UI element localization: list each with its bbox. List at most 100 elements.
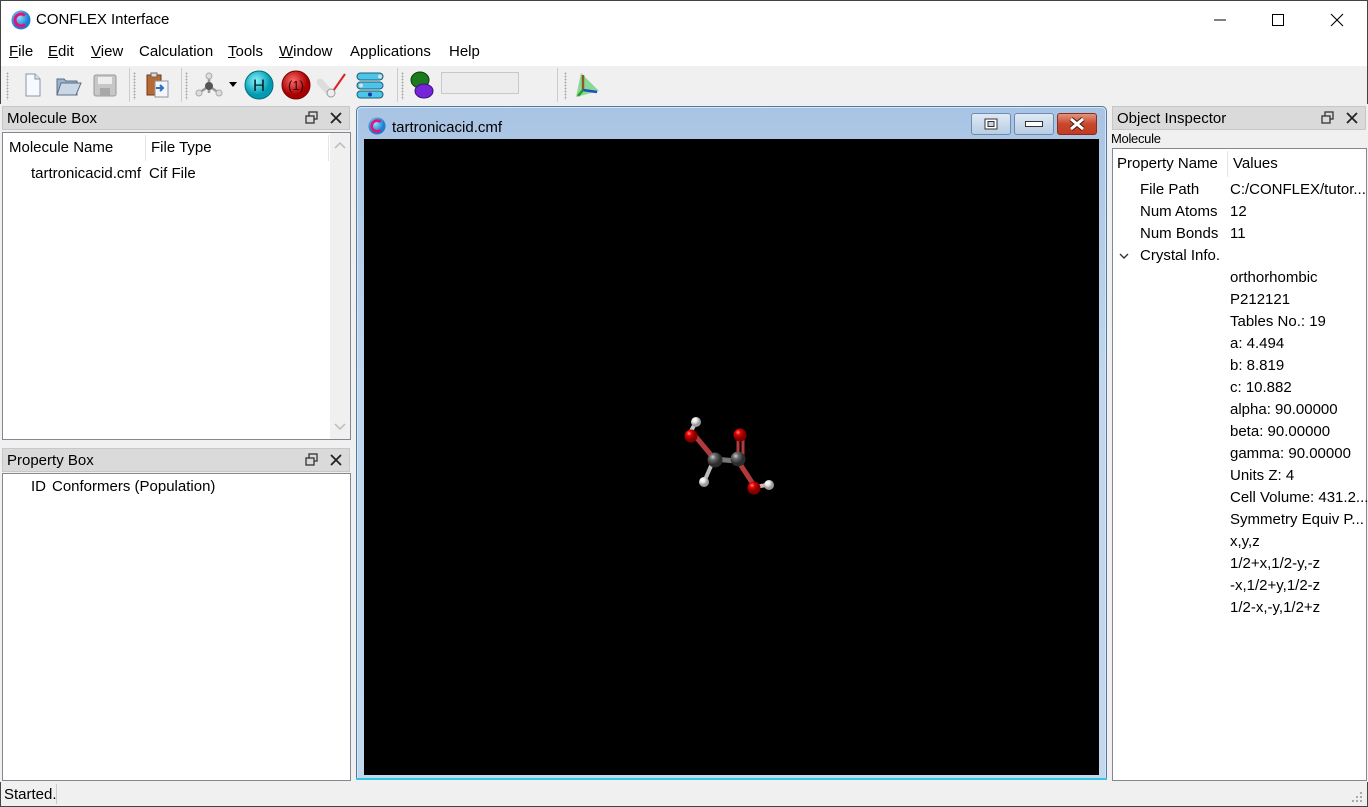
build-molecule-button[interactable] xyxy=(192,68,226,102)
crystal-value-row[interactable]: Tables No.: 19 xyxy=(1113,311,1366,333)
molecule-render[interactable] xyxy=(364,139,1099,775)
table-row[interactable]: tartronicacid.cmf Cif File xyxy=(3,163,329,185)
crystal-value-row[interactable]: gamma: 90.00000 xyxy=(1113,443,1366,465)
atom-hydrogen xyxy=(764,480,774,490)
float-icon[interactable] xyxy=(305,111,319,125)
crystal-value-row[interactable]: -x,1/2+y,1/2-z xyxy=(1113,575,1366,597)
column-header-conformers[interactable]: Conformers (Population) xyxy=(52,478,215,495)
menu-edit[interactable]: Edit xyxy=(48,43,74,60)
crystal-value: beta: 90.00000 xyxy=(1230,423,1331,440)
toolbar: H (1) xyxy=(0,66,1368,104)
menu-file[interactable]: File xyxy=(9,43,33,60)
property-row[interactable]: File Path C:/CONFLEX/tutor... xyxy=(1113,179,1366,201)
crystal-value-row[interactable]: alpha: 90.00000 xyxy=(1113,399,1366,421)
crystal-value-row[interactable]: P212121 xyxy=(1113,289,1366,311)
status-bar: Started. xyxy=(0,782,1368,807)
mdi-restore-button[interactable] xyxy=(971,113,1011,135)
file-type-cell: Cif File xyxy=(149,165,196,182)
orbital-icon xyxy=(410,71,434,99)
atoms xyxy=(684,417,774,495)
menu-edit-label: dit xyxy=(58,43,74,60)
close-icon[interactable] xyxy=(329,111,343,125)
close-icon[interactable] xyxy=(1345,111,1359,125)
chevron-down-icon[interactable] xyxy=(1119,253,1129,260)
crystal-value-row[interactable]: 1/2+x,1/2-y,-z xyxy=(1113,553,1366,575)
toolbar-separator xyxy=(129,68,130,102)
property-box-title: Property Box xyxy=(7,452,94,469)
atom-oxygen xyxy=(684,429,698,443)
crystal-value: Tables No.: 19 xyxy=(1230,313,1326,330)
molecule-3d-viewport[interactable] xyxy=(364,139,1099,775)
scroll-up-icon[interactable] xyxy=(333,139,347,151)
crystal-info-group[interactable]: Crystal Info. xyxy=(1113,245,1366,267)
float-icon[interactable] xyxy=(305,453,319,467)
axis-view-button[interactable] xyxy=(571,68,605,102)
toolbar-text-field[interactable] xyxy=(441,72,519,94)
minimize-button[interactable] xyxy=(1191,1,1249,39)
property-box-titlebar[interactable]: Property Box xyxy=(2,448,350,472)
column-header-molecule-name[interactable]: Molecule Name xyxy=(3,133,145,161)
property-row[interactable]: Num Atoms 12 xyxy=(1113,201,1366,223)
column-header-file-type[interactable]: File Type xyxy=(145,133,325,161)
mdi-minimize-button[interactable] xyxy=(1014,113,1054,135)
object-inspector-titlebar[interactable]: Object Inspector xyxy=(1112,106,1366,130)
add-hydrogen-button[interactable]: H xyxy=(242,68,276,102)
float-icon[interactable] xyxy=(1321,111,1335,125)
atom-oxygen xyxy=(733,428,747,442)
crystal-value: 1/2+x,1/2-y,-z xyxy=(1230,555,1321,572)
close-icon[interactable] xyxy=(329,453,343,467)
column-header-id[interactable]: ID xyxy=(31,478,46,495)
crystal-value-row[interactable]: Cell Volume: 431.2... xyxy=(1113,487,1368,509)
toolbar-grip[interactable] xyxy=(133,72,136,100)
scroll-down-icon[interactable] xyxy=(333,421,347,433)
menu-edit-mnemonic: E xyxy=(48,43,59,60)
open-file-button[interactable] xyxy=(51,68,85,102)
axis-tetrahedron-icon xyxy=(576,73,599,97)
hydrogen-atom-icon: H xyxy=(244,70,274,100)
crystal-value-row[interactable]: 1/2-x,-y,1/2+z xyxy=(1113,597,1366,619)
menu-window[interactable]: Window xyxy=(279,43,332,60)
toolbar-grip[interactable] xyxy=(564,72,567,100)
crystal-value-row[interactable]: orthorhombic xyxy=(1113,267,1366,289)
menu-view[interactable]: View xyxy=(91,43,123,60)
dropdown-arrow-icon[interactable] xyxy=(229,82,237,88)
column-header-property-name[interactable]: Property Name xyxy=(1113,149,1227,177)
property-row[interactable]: Num Bonds 11 xyxy=(1113,223,1366,245)
maximize-button[interactable] xyxy=(1249,1,1307,39)
vertical-scrollbar[interactable] xyxy=(330,133,350,439)
crystal-value: c: 10.882 xyxy=(1230,379,1292,396)
close-window-button[interactable] xyxy=(1308,1,1366,39)
crystal-value-row[interactable]: beta: 90.00000 xyxy=(1113,421,1366,443)
toolbar-grip[interactable] xyxy=(401,72,404,100)
object-inspector-title: Object Inspector xyxy=(1117,110,1227,127)
toolbar-grip[interactable] xyxy=(185,72,188,100)
menu-applications[interactable]: Applications xyxy=(350,43,431,60)
crystal-value: alpha: 90.00000 xyxy=(1230,401,1338,418)
paste-import-button[interactable] xyxy=(140,68,174,102)
property-value: C:/CONFLEX/tutor... xyxy=(1230,181,1366,198)
menu-tools[interactable]: Tools xyxy=(228,43,263,60)
molecule-box-titlebar[interactable]: Molecule Box xyxy=(2,106,350,130)
atom-oxygen xyxy=(747,481,761,495)
crystal-value-row[interactable]: x,y,z xyxy=(1113,531,1366,553)
mdi-close-button[interactable] xyxy=(1057,113,1097,135)
measure-button[interactable] xyxy=(315,68,349,102)
size-grip-icon[interactable] xyxy=(1351,791,1363,803)
conformer-list-button[interactable] xyxy=(353,68,387,102)
toolbar-grip[interactable] xyxy=(6,72,9,100)
crystal-value-row[interactable]: b: 8.819 xyxy=(1113,355,1366,377)
menu-calculation[interactable]: Calculation xyxy=(139,43,213,60)
save-file-button[interactable] xyxy=(88,68,122,102)
bonds xyxy=(689,421,768,489)
column-header-values[interactable]: Values xyxy=(1227,149,1367,177)
crystal-value-row[interactable]: c: 10.882 xyxy=(1113,377,1366,399)
crystal-value-row[interactable]: Symmetry Equiv P... xyxy=(1113,509,1366,531)
crystal-value-row[interactable]: a: 4.494 xyxy=(1113,333,1366,355)
orbital-button[interactable] xyxy=(405,68,439,102)
new-file-button[interactable] xyxy=(15,68,49,102)
charge-atom-icon: (1) xyxy=(281,70,311,100)
charge-button[interactable]: (1) xyxy=(279,68,313,102)
menu-help[interactable]: Help xyxy=(449,43,480,60)
column-divider[interactable] xyxy=(328,135,329,161)
crystal-value-row[interactable]: Units Z: 4 xyxy=(1113,465,1366,487)
